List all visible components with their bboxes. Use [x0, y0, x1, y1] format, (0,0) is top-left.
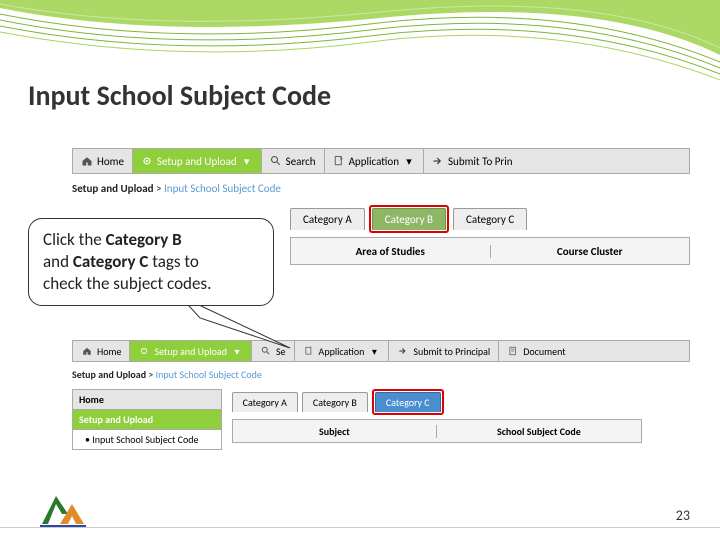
application-icon	[303, 345, 315, 357]
breadcrumb-sep: >	[156, 182, 161, 195]
navbar-lower: Home Setup and Upload ▾ Se Application ▾	[72, 340, 690, 362]
nav-label: Document	[523, 345, 565, 358]
category-tabs-lower: Category A Category B Category C	[232, 389, 642, 415]
table-header-lower: Subject School Subject Code	[232, 419, 642, 443]
nav-submit-principal[interactable]: Submit To Prin	[424, 149, 521, 173]
sidebar-setup-upload[interactable]: Setup and Upload	[72, 410, 222, 430]
nav-label: Application	[319, 345, 365, 358]
column-course-cluster: Course Cluster	[491, 245, 690, 258]
tab-category-b[interactable]: Category B	[302, 392, 368, 412]
nav-label: Search	[286, 155, 316, 168]
document-icon	[507, 345, 519, 357]
tab-category-b[interactable]: Category B	[372, 208, 446, 230]
nav-submit-principal[interactable]: Submit to Principal	[389, 341, 499, 361]
application-icon	[333, 155, 345, 167]
gear-upload-icon	[138, 345, 150, 357]
breadcrumb-sep: >	[148, 368, 153, 381]
table-header-upper: Area of Studies Course Cluster	[290, 237, 690, 265]
home-icon	[81, 345, 93, 357]
slide-title: Input School Subject Code	[28, 78, 331, 113]
tab-category-a[interactable]: Category A	[232, 392, 298, 412]
nav-search[interactable]: Search	[262, 149, 325, 173]
highlight-category-c: Category C	[372, 389, 444, 415]
nav-label: Setup and Upload	[157, 155, 237, 168]
gear-upload-icon	[141, 155, 153, 167]
highlight-category-b: Category B	[369, 205, 449, 233]
sidebar-input-subject-code[interactable]: • Input School Subject Code	[72, 430, 222, 450]
chevron-down-icon: ▾	[368, 345, 380, 357]
breadcrumb-lower: Setup and Upload > Input School Subject …	[72, 368, 690, 381]
tab-category-c[interactable]: Category C	[375, 392, 441, 412]
breadcrumb-current: Input School Subject Code	[164, 182, 281, 195]
breadcrumb-current: Input School Subject Code	[156, 368, 262, 381]
nav-label: Submit To Prin	[448, 155, 513, 168]
nav-label: Submit to Principal	[413, 345, 490, 358]
screenshot-lower: Home Setup and Upload ▾ Se Application ▾	[72, 340, 690, 450]
nav-label: Home	[97, 155, 124, 168]
tab-category-a[interactable]: Category A	[290, 208, 365, 230]
search-icon	[270, 155, 282, 167]
instruction-callout: Click the Category B and Category C tags…	[28, 218, 274, 306]
submit-icon	[397, 345, 409, 357]
page-number: 23	[676, 507, 690, 524]
breadcrumb-upper: Setup and Upload > Input School Subject …	[72, 182, 690, 195]
column-area-of-studies: Area of Studies	[291, 245, 491, 258]
sidebar-home[interactable]: Home	[72, 389, 222, 410]
chevron-down-icon: ▾	[241, 155, 253, 167]
nav-setup-upload[interactable]: Setup and Upload ▾	[133, 149, 262, 173]
nav-application[interactable]: Application ▾	[295, 341, 390, 361]
breadcrumb-root: Setup and Upload	[72, 368, 146, 381]
sidebar-lower: Home Setup and Upload • Input School Sub…	[72, 389, 222, 450]
tab-category-c[interactable]: Category C	[453, 208, 527, 230]
breadcrumb-root: Setup and Upload	[72, 182, 154, 195]
navbar-upper: Home Setup and Upload ▾ Search Applicati…	[72, 148, 690, 174]
column-school-subject-code: School Subject Code	[437, 425, 641, 438]
nav-home[interactable]: Home	[73, 341, 130, 361]
home-icon	[81, 155, 93, 167]
nav-label: Application	[349, 155, 399, 168]
category-tabs-upper: Category A Category B Category C	[290, 205, 690, 233]
column-subject: Subject	[233, 425, 438, 438]
chevron-down-icon: ▾	[403, 155, 415, 167]
footer-divider	[0, 527, 720, 528]
nav-home[interactable]: Home	[73, 149, 133, 173]
slide-decor	[0, 0, 720, 80]
logo	[38, 490, 88, 530]
nav-application[interactable]: Application ▾	[325, 149, 424, 173]
nav-label: Home	[97, 345, 121, 358]
submit-icon	[432, 155, 444, 167]
nav-document[interactable]: Document	[499, 341, 573, 361]
